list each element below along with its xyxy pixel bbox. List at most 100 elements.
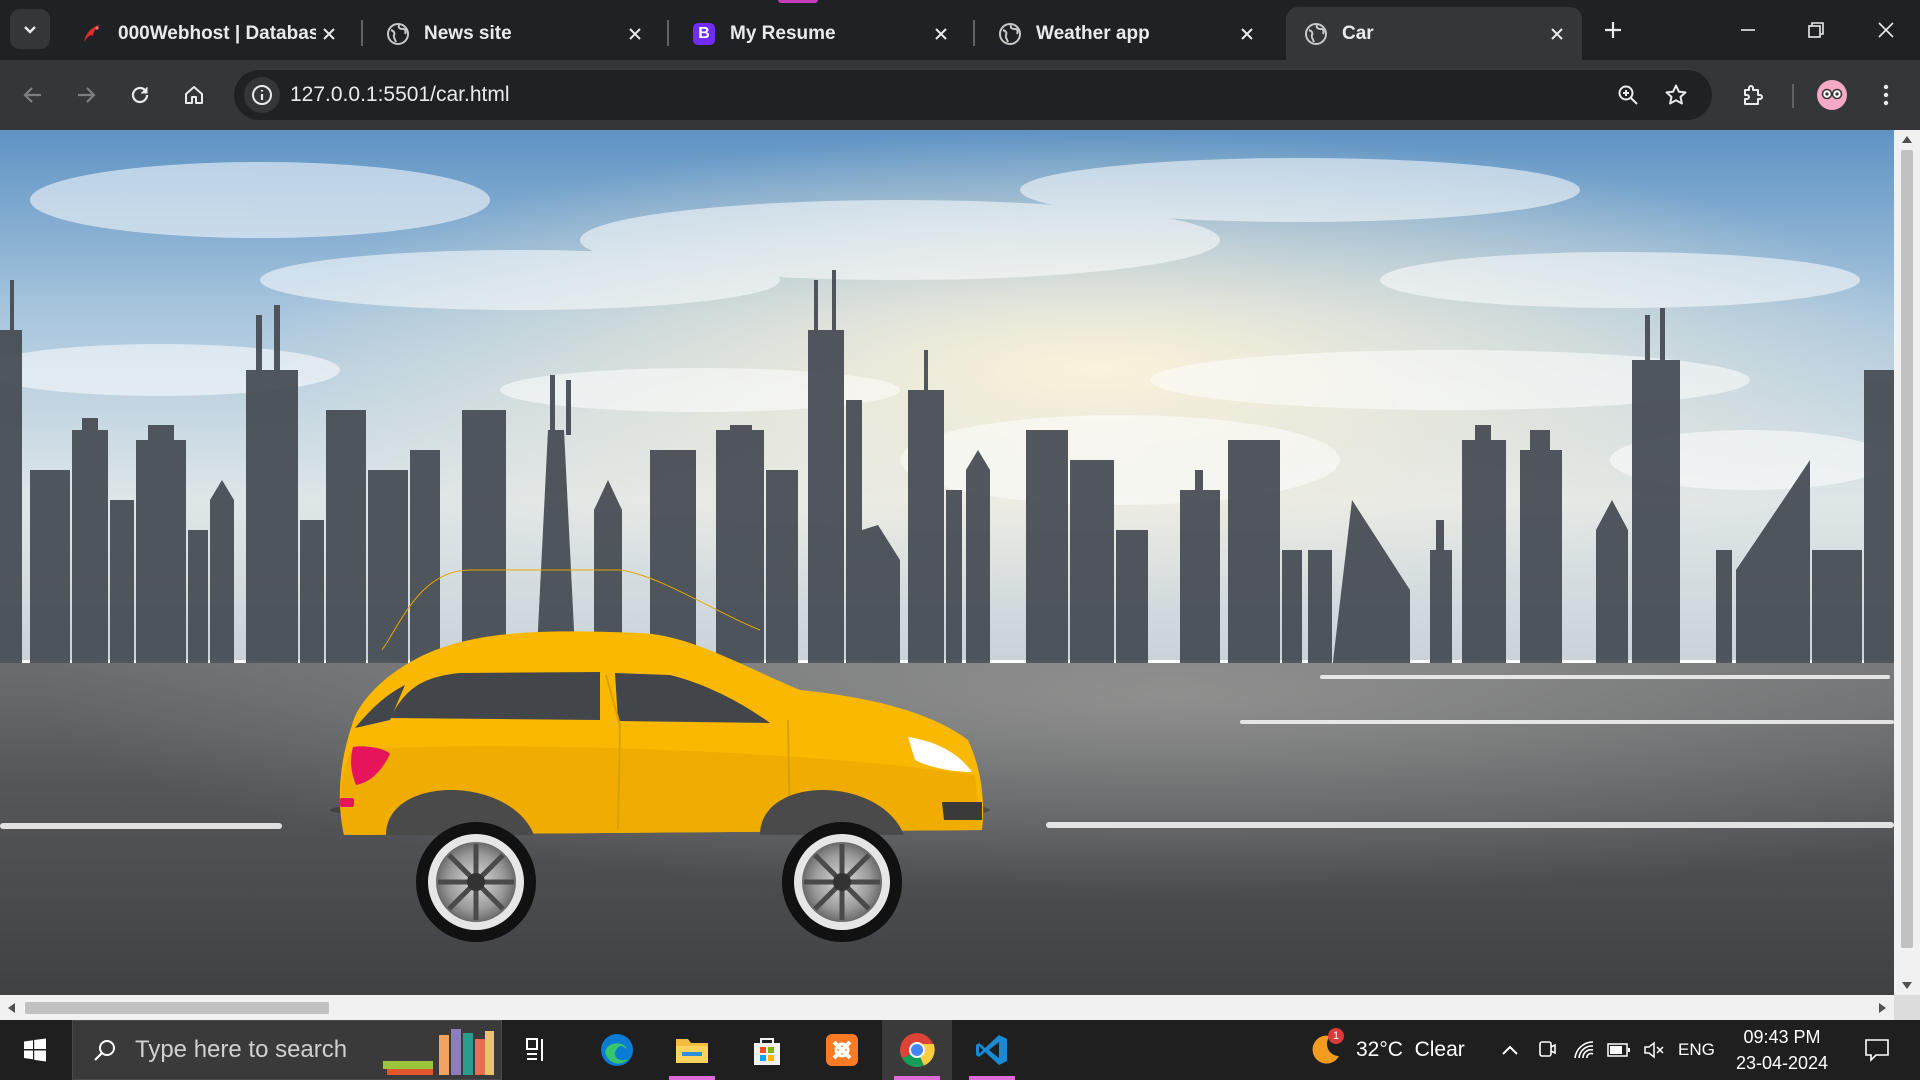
arrow-right-icon [78,87,96,103]
profile-button[interactable] [1812,75,1852,115]
close-icon[interactable] [928,21,954,47]
scroll-down-arrow-icon[interactable] [1894,977,1920,995]
chrome-icon [900,1033,935,1067]
globe-icon [386,22,410,46]
arrow-left-icon [23,87,41,103]
close-icon[interactable] [622,21,648,47]
info-icon [252,85,272,105]
close-icon[interactable] [316,21,342,47]
edge-icon [601,1034,633,1066]
store-icon [754,1038,780,1065]
taskbar-app-vs-code[interactable] [957,1020,1027,1080]
notification-icon [1865,1039,1889,1062]
notifications-button[interactable] [1854,1020,1900,1080]
xampp-icon [826,1034,858,1066]
tab-news-site[interactable]: News site [368,7,660,60]
volume-muted-icon [1644,1041,1664,1059]
globe-icon [1304,22,1328,46]
taskbar-search[interactable]: Type here to search [72,1020,502,1080]
new-tab-button[interactable] [1597,12,1629,48]
plus-icon [1605,22,1621,38]
home-button[interactable] [174,75,214,115]
start-button[interactable] [0,1020,70,1080]
vertical-scroll-thumb[interactable] [1901,150,1913,948]
rear-wheel [416,822,536,942]
search-placeholder: Type here to search [135,1036,348,1063]
vertical-scrollbar[interactable] [1894,130,1920,995]
tab-title: My Resume [730,22,836,44]
language-indicator[interactable]: ENG [1678,1020,1715,1080]
language-text: ENG [1678,1040,1715,1059]
tab-car[interactable]: Car [1286,7,1582,60]
reload-button[interactable] [120,75,160,115]
tab-title: Car [1342,22,1374,44]
show-hidden-icons-button[interactable] [1496,1020,1524,1080]
task-view-icon [526,1038,543,1061]
tab-my-resume[interactable]: B My Resume [674,7,966,60]
time-text: 09:43 PM [1743,1027,1821,1047]
forward-button[interactable] [66,75,106,115]
url-text[interactable]: 127.0.0.1:5501/car.html [290,83,510,107]
meet-now-button[interactable] [1534,1020,1560,1080]
chevron-up-icon [1502,1045,1518,1055]
tab-divider [361,20,363,46]
clock[interactable]: 09:43 PM 23-04-2024 [1718,1020,1846,1080]
tab-weather-app[interactable]: Weather app [980,7,1272,60]
back-button[interactable] [13,75,53,115]
horizontal-scrollbar[interactable] [0,995,1894,1020]
more-vert-icon [1883,84,1889,106]
network-button[interactable] [1570,1020,1598,1080]
search-icon [94,1040,115,1061]
toolbar-divider [1792,84,1794,108]
moon-icon: 1 [1308,1028,1344,1068]
search-highlight-books-icon [383,1029,494,1075]
menu-button[interactable] [1866,75,1906,115]
close-icon[interactable] [1544,21,1570,47]
scroll-left-arrow-icon[interactable] [0,995,22,1020]
taskbar-app-xampp[interactable] [807,1020,877,1080]
tab-search-button[interactable] [10,9,50,49]
bookmark-button[interactable] [1658,77,1694,113]
taskbar-app-file-explorer[interactable] [657,1020,727,1080]
tab-title: 000Webhost | Databases [118,22,316,44]
tab-title: Weather app [1036,22,1150,44]
scroll-up-arrow-icon[interactable] [1894,130,1920,148]
minimize-button[interactable] [1728,10,1768,50]
browser-toolbar: 127.0.0.1:5501/car.html [0,60,1920,130]
folder-icon [676,1039,708,1063]
weather-badge: 1 [1328,1028,1344,1044]
weather-widget[interactable]: 1 32°C Clear [1308,1020,1465,1080]
address-bar[interactable]: 127.0.0.1:5501/car.html [234,70,1712,120]
horizontal-scroll-thumb[interactable] [25,1002,329,1014]
volume-button[interactable] [1640,1020,1668,1080]
extensions-button[interactable] [1733,75,1773,115]
scene-svg [0,130,1894,995]
minimize-icon [1741,29,1755,31]
home-icon [185,86,203,104]
bootstrap-letter: B [693,22,715,45]
site-info-button[interactable] [244,77,280,113]
battery-button[interactable] [1604,1020,1634,1080]
close-window-button[interactable] [1866,10,1906,50]
car-scene [0,130,1894,995]
tab-divider [667,20,669,46]
taskbar-app-microsoft-store[interactable] [732,1020,802,1080]
front-wheel [782,822,902,942]
wifi-icon [1574,1041,1594,1059]
windows-logo-icon [24,1038,46,1062]
puzzle-icon [1744,85,1763,105]
zoom-icon [1618,85,1638,105]
tab-webhost[interactable]: 000Webhost | Databases [62,7,354,60]
restore-button[interactable] [1796,10,1836,50]
close-icon [1878,22,1894,38]
windows-taskbar: Type here to search 1 32°C Clear ENG 09:… [0,1020,1920,1080]
taskbar-app-edge[interactable] [582,1020,652,1080]
zoom-button[interactable] [1610,77,1646,113]
task-view-button[interactable] [504,1020,574,1080]
scroll-right-arrow-icon[interactable] [1872,995,1894,1020]
taskbar-app-chrome[interactable] [882,1020,952,1080]
close-icon[interactable] [1234,21,1260,47]
scrollbar-corner [1894,995,1920,1020]
star-icon [1665,84,1687,105]
date-text: 23-04-2024 [1735,1053,1829,1073]
